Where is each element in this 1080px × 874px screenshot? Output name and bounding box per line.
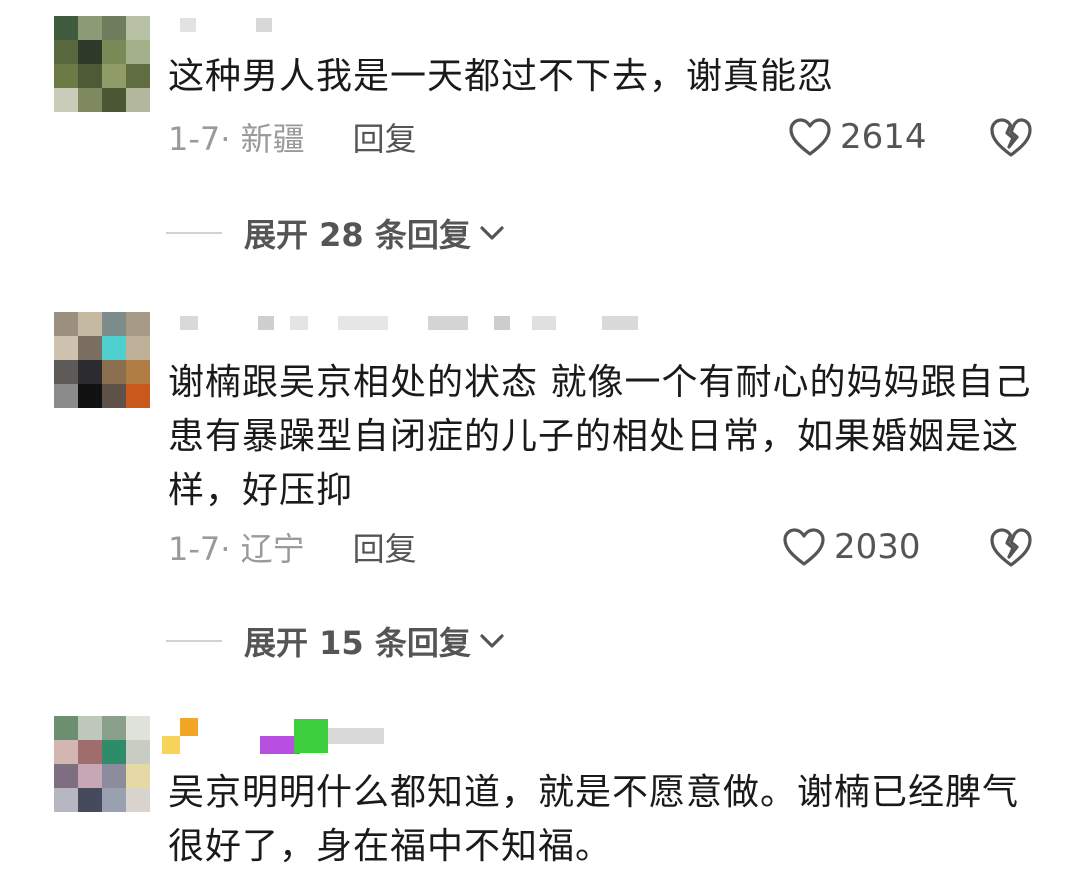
like-button[interactable]: 2030 <box>782 522 921 572</box>
reply-button[interactable]: 回复 <box>353 524 417 570</box>
like-count: 2614 <box>840 117 927 157</box>
reply-button[interactable]: 回复 <box>353 114 417 160</box>
chevron-down-icon <box>480 634 504 648</box>
comment-text: 吴京明明什么都知道，就是不愿意做。谢楠已经脾气很好了，身在福中不知福。 <box>168 772 1020 867</box>
like-button[interactable]: 2614 <box>788 112 927 162</box>
comment-date-location: 1-7· 辽宁 <box>168 530 305 568</box>
avatar[interactable] <box>54 716 150 812</box>
expand-replies-button[interactable]: 展开 28 条回复 <box>166 208 505 258</box>
broken-heart-icon[interactable] <box>988 524 1034 570</box>
username-redacted[interactable] <box>180 308 638 338</box>
like-count: 2030 <box>834 527 921 567</box>
broken-heart-icon[interactable] <box>988 114 1034 160</box>
comment-date-location: 1-7· 新疆 <box>168 120 305 158</box>
avatar[interactable] <box>54 312 150 408</box>
username-redacted[interactable] <box>162 718 384 754</box>
comment-meta: 1-7· 新疆 回复 <box>168 112 417 162</box>
avatar[interactable] <box>54 16 150 112</box>
expand-replies-label: 展开 15 条回复 <box>244 624 471 662</box>
heart-outline-icon <box>789 118 831 156</box>
expand-replies-button[interactable]: 展开 15 条回复 <box>166 616 505 666</box>
chevron-down-icon <box>480 226 504 240</box>
divider-line <box>166 232 222 234</box>
comment-text: 谢楠跟吴京相处的状态 就像一个有耐心的妈妈跟自己患有暴躁型自闭症的儿子的相处日常… <box>168 362 1032 511</box>
divider-line <box>166 640 222 642</box>
expand-replies-label: 展开 28 条回复 <box>244 216 471 254</box>
heart-outline-icon <box>783 528 825 566</box>
comment-meta: 1-7· 辽宁 回复 <box>168 522 417 572</box>
username-redacted[interactable] <box>180 10 272 40</box>
comment-text: 这种男人我是一天都过不下去，谢真能忍 <box>168 56 835 97</box>
